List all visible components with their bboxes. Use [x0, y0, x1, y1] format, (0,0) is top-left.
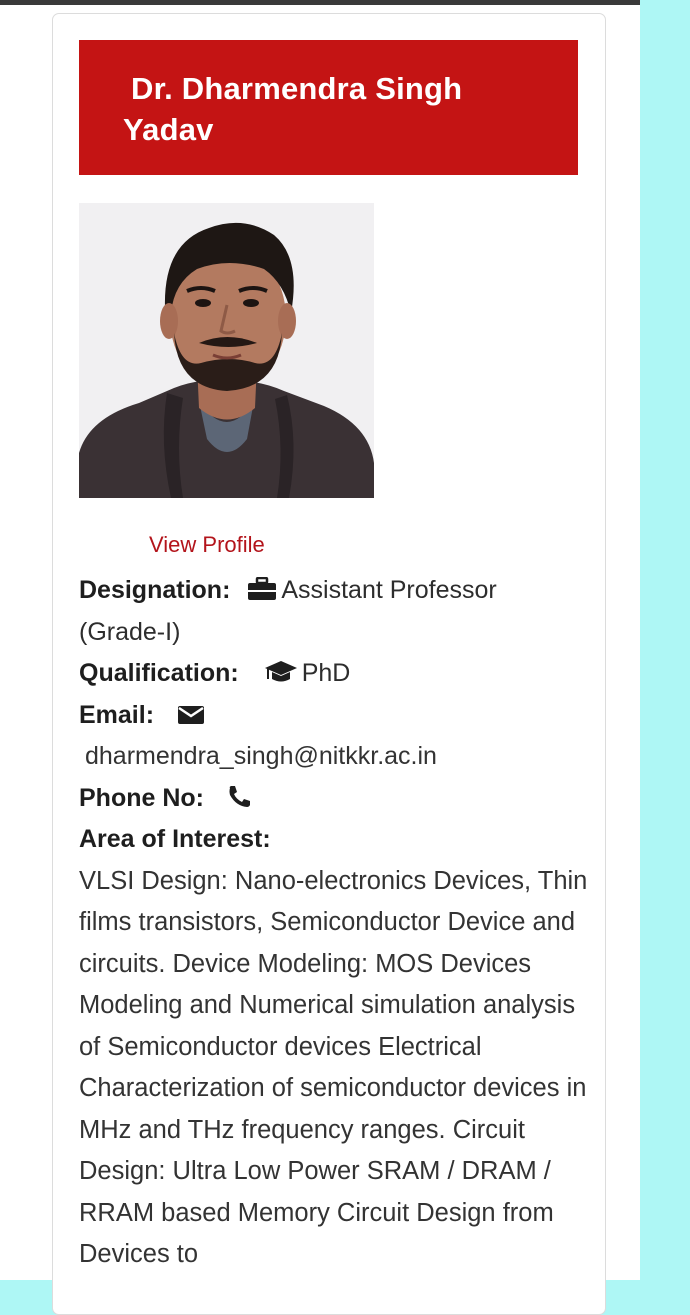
qualification-value: PhD — [301, 659, 351, 687]
designation-row: Designation: Assistant Professor (Grade-… — [79, 570, 589, 653]
faculty-name-line1: Dr. Dharmendra Singh — [131, 71, 463, 106]
faculty-details: Designation: Assistant Professor (Grade-… — [79, 570, 589, 1276]
qualification-row: Qualification: PhD — [79, 653, 589, 695]
profile-photo — [79, 203, 374, 498]
phone-label: Phone No: — [79, 783, 204, 812]
faculty-name-line2: Yadav — [123, 112, 214, 147]
area-of-interest-label: Area of Interest: — [79, 825, 271, 853]
phone-row: Phone No: — [79, 778, 589, 820]
email-value[interactable]: dharmendra_singh@nitkkr.ac.in — [79, 736, 589, 778]
name-banner: Dr. Dharmendra Singh Yadav — [79, 40, 578, 175]
graduation-cap-icon — [264, 660, 298, 684]
qualification-label: Qualification: — [79, 659, 239, 687]
phone-icon — [227, 785, 251, 809]
email-row: Email: — [79, 695, 589, 737]
page: Dr. Dharmendra Singh Yadav View Profile … — [0, 5, 640, 1315]
faculty-card: Dr. Dharmendra Singh Yadav View Profile … — [52, 13, 606, 1315]
briefcase-icon — [247, 577, 277, 601]
email-label: Email: — [79, 700, 155, 729]
portrait-image — [79, 203, 374, 498]
envelope-icon — [177, 704, 205, 726]
faculty-name: Dr. Dharmendra Singh Yadav — [123, 68, 518, 150]
designation-label: Designation: — [79, 576, 231, 604]
view-profile-link[interactable]: View Profile — [149, 532, 265, 558]
area-of-interest-text: VLSI Design: Nano-electronics Devices, T… — [79, 866, 588, 1269]
